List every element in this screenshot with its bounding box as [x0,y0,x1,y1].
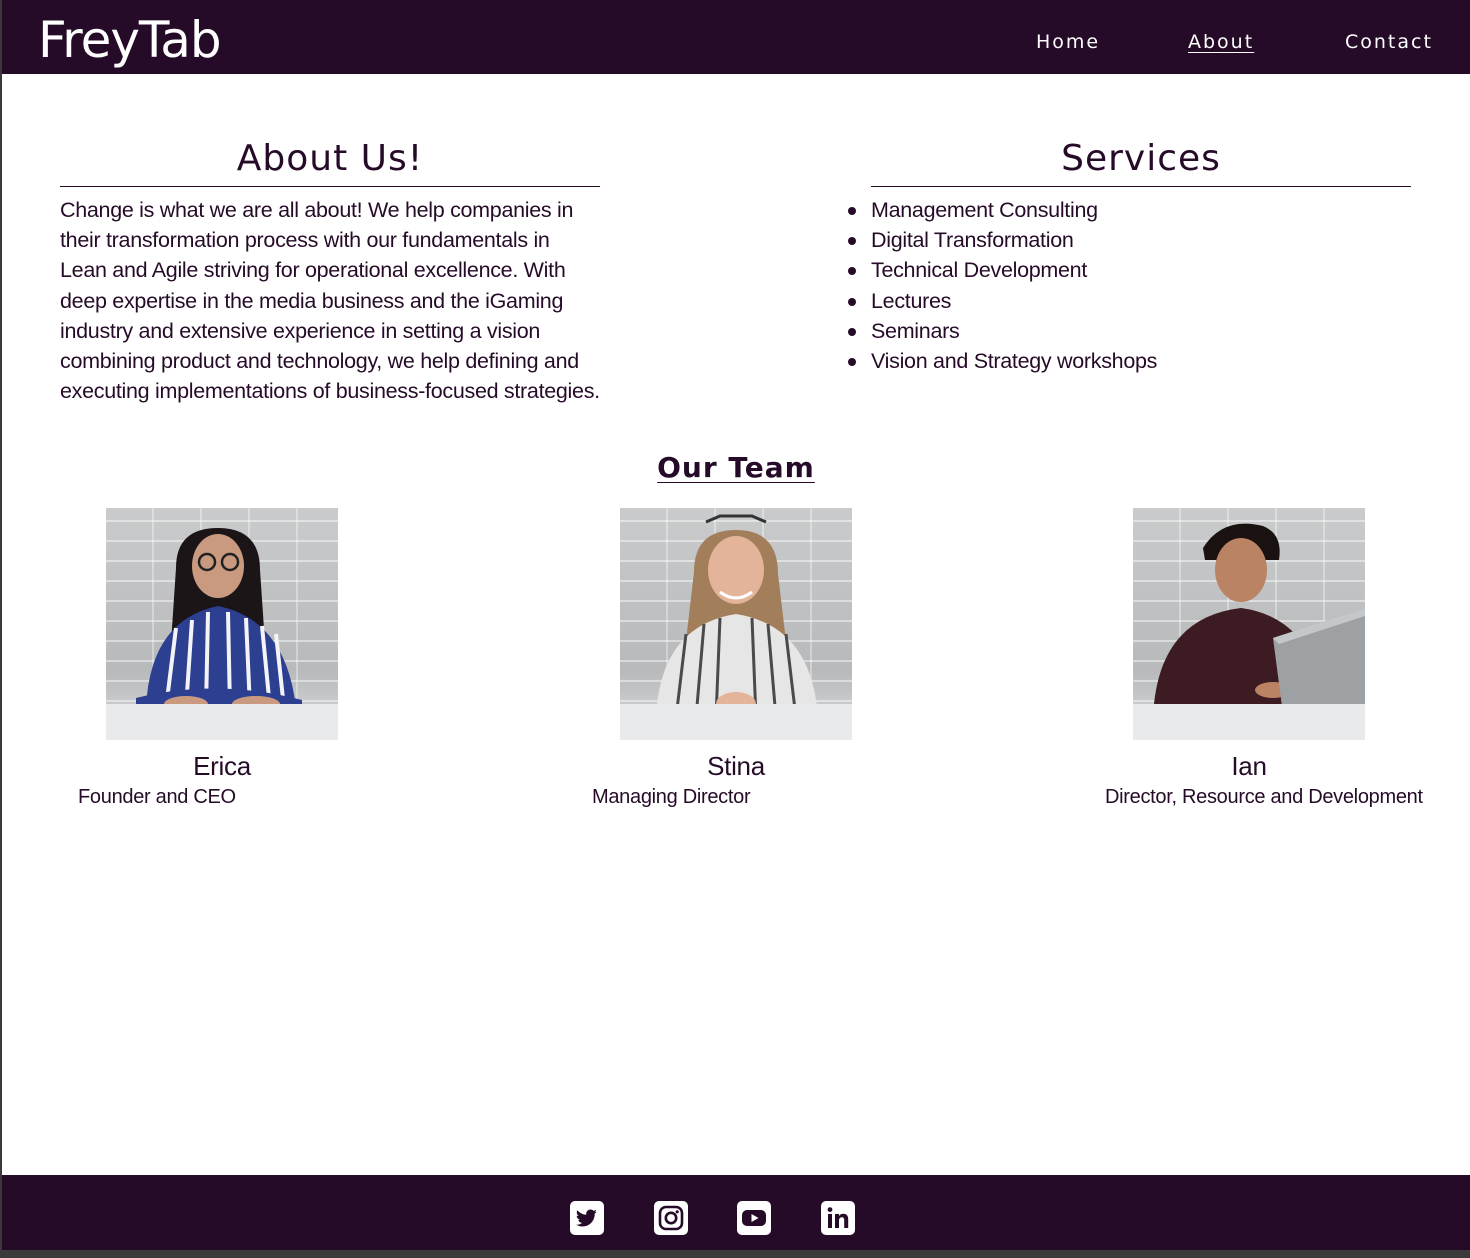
services-title: Services [1061,138,1221,179]
team-member-photo [106,508,338,740]
service-item: Lectures [847,286,1157,316]
about-text: Change is what we are all about! We help… [60,198,600,404]
nav-home[interactable]: Home [1036,30,1100,54]
services-divider [871,186,1411,187]
team-title: Our Team [2,450,1470,486]
team-member-name: Erica [193,751,251,781]
team-member-photo [620,508,852,740]
team-member-name: Stina [707,751,765,781]
youtube-icon[interactable] [737,1201,771,1235]
team-member-role: Director, Resource and Development [1105,786,1423,808]
site-footer [2,1175,1470,1250]
linkedin-icon[interactable] [821,1201,855,1235]
service-item: Management Consulting [847,195,1157,225]
team-title-text: Our Team [657,451,815,484]
service-item: Seminars [847,316,1157,346]
instagram-icon[interactable] [654,1201,688,1235]
site-logo[interactable]: FreyTab [38,10,222,70]
service-item: Digital Transformation [847,225,1157,255]
page: FreyTab Home About Contact About Us! Cha… [2,0,1470,1250]
service-item: Vision and Strategy workshops [847,346,1157,376]
services-list: Management Consulting Digital Transforma… [847,195,1157,376]
nav-contact[interactable]: Contact [1345,30,1433,54]
about-divider [60,186,600,187]
service-item: Technical Development [847,255,1157,285]
team-member-role: Founder and CEO [78,786,236,808]
team-member-name: Ian [1231,751,1267,781]
team-member-photo [1133,508,1365,740]
nav-about[interactable]: About [1188,30,1254,54]
site-header: FreyTab Home About Contact [2,0,1470,74]
twitter-icon[interactable] [570,1201,604,1235]
about-title: About Us! [236,138,424,179]
team-member-role: Managing Director [592,786,751,808]
